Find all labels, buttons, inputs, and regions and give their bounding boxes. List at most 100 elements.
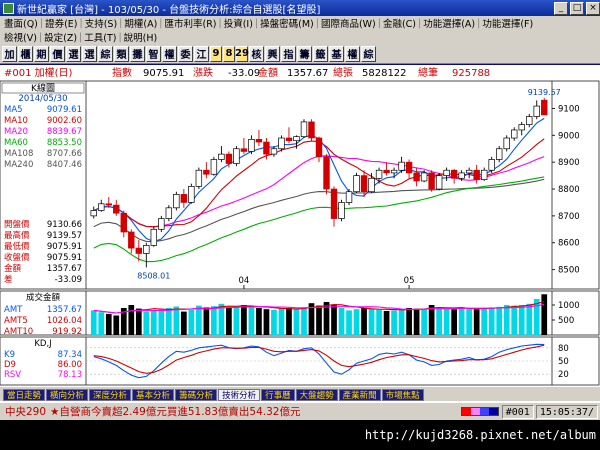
menu-item-0[interactable]: 畫面(Q) — [2, 16, 40, 30]
volume-bar — [473, 309, 480, 335]
tab-5[interactable]: 技術分析 — [218, 389, 261, 401]
toolbar-button-4[interactable]: 選 — [66, 45, 81, 62]
menu-item-2[interactable]: 支持(S) — [83, 16, 119, 30]
status-time: 15:05:37/ — [535, 404, 598, 419]
menu2-item-1[interactable]: 設定(Z) — [42, 30, 79, 44]
toolbar-button-20[interactable]: 籤 — [313, 45, 328, 62]
toolbar-button-16[interactable]: 核 — [249, 45, 264, 62]
menu2-item-2[interactable]: 工具(T) — [82, 30, 118, 44]
tab-9[interactable]: 市場焦點 — [381, 389, 424, 401]
volume-bar — [226, 308, 232, 335]
chart-area: #001 加權(日) 指數 9075.91 漲跌 -33.09 金額 1357.67 總張 58… — [0, 65, 600, 402]
ma-label-0: MA5 — [4, 105, 23, 115]
toolbar-button-10[interactable]: 權 — [162, 45, 177, 62]
toolbar-button-6[interactable]: 綜 — [98, 45, 113, 62]
vol-value-0: 1357.67 — [47, 305, 82, 315]
volume-bar — [316, 305, 322, 335]
window-title: 新世紀贏家 [台灣] - 103/05/30 - 台盤技術分析:綜合自選股[名望… — [17, 4, 321, 16]
volume-bar — [180, 311, 187, 335]
tab-6[interactable]: 行事曆 — [261, 389, 295, 401]
menu-item-5[interactable]: 投資(I) — [222, 16, 255, 30]
toolbar-button-21[interactable]: 基 — [329, 45, 344, 62]
menu-item-8[interactable]: 金融(C) — [381, 16, 418, 30]
toolbar-button-9[interactable]: 智 — [146, 45, 161, 62]
volume-bar — [346, 310, 352, 335]
menu-item-6[interactable]: 操盤密碼(M) — [258, 16, 316, 30]
toolbar-button-3[interactable]: 價 — [50, 45, 65, 62]
volume-ytick-1: 1000 — [558, 301, 580, 311]
candle-body — [210, 159, 218, 175]
candle-body — [98, 203, 105, 211]
toolbar-button-13[interactable]: 9 — [210, 45, 222, 62]
tab-2[interactable]: 深度分析 — [89, 389, 132, 401]
menu-item-10[interactable]: 功能選擇(F) — [480, 16, 535, 30]
volume-bar — [263, 309, 270, 335]
tab-0[interactable]: 當日走勢 — [3, 389, 46, 401]
candle-body — [518, 124, 525, 131]
menu2-item-0[interactable]: 檢視(V) — [2, 30, 39, 44]
toolbar-button-23[interactable]: 綜 — [361, 45, 376, 62]
toolbar-button-11[interactable]: 委 — [178, 45, 193, 62]
candle-body — [120, 212, 127, 233]
header-amount-value: 1357.67 — [287, 68, 328, 79]
volume-bar — [526, 303, 533, 335]
candle-body — [278, 137, 285, 150]
ma-label-5: MA240 — [4, 160, 33, 170]
toolbar-button-12[interactable]: 江 — [194, 45, 209, 62]
header-index-value: 9075.91 — [143, 68, 184, 79]
menu-bar-secondary: 檢視(V) | 設定(Z) | 工具(T) | 說明(H) — [0, 30, 600, 44]
ma-value-5: 8407.46 — [47, 160, 82, 170]
status-news-star: ★自營商今賣超2.49億元 — [50, 406, 167, 418]
volume-bar — [135, 308, 142, 335]
menu-item-3[interactable]: 期權(A) — [122, 16, 159, 30]
toolbar-button-22[interactable]: 權 — [345, 45, 360, 62]
menu-item-9[interactable]: 功能選擇(A) — [421, 16, 477, 30]
candle-body — [218, 153, 225, 160]
volume-title: 成交金額 — [26, 292, 61, 303]
price-label-0: 開盤價 — [4, 219, 30, 230]
candle-body — [293, 136, 300, 142]
price-ytick-6: 9100 — [558, 104, 580, 114]
volume-bar — [113, 315, 120, 335]
kd-ytick-1: 50 — [558, 357, 569, 367]
menu-item-4[interactable]: 匯市利率(R) — [163, 16, 219, 30]
menu2-item-3[interactable]: 說明(H) — [122, 30, 160, 44]
candle-body — [413, 172, 420, 182]
price-label-5: 差 — [4, 274, 13, 285]
candle-body — [511, 129, 518, 139]
toolbar-button-18[interactable]: 指 — [281, 45, 296, 62]
toolbar-button-19[interactable]: 籌 — [297, 45, 312, 62]
toolbar-button-5[interactable]: 選 — [82, 45, 97, 62]
chart-svg: #001 加權(日) 指數 9075.91 漲跌 -33.09金額 1357.67 總張 58… — [0, 65, 600, 386]
tab-4[interactable]: 籌碼分析 — [175, 389, 218, 401]
toolbar-button-15[interactable]: 29 — [235, 45, 249, 62]
tab-1[interactable]: 橫向分析 — [46, 389, 89, 401]
tab-8[interactable]: 產業新聞 — [338, 389, 381, 401]
volume-bar — [241, 305, 247, 335]
volume-bar — [451, 309, 458, 335]
volume-bar — [331, 305, 337, 335]
menu-item-7[interactable]: 國際商品(W) — [319, 16, 378, 30]
tab-7[interactable]: 大盤趨勢 — [295, 389, 338, 401]
price-ytick-1: 8600 — [558, 239, 580, 249]
tab-3[interactable]: 基本分析 — [132, 389, 175, 401]
menu-item-1[interactable]: 證券(E) — [43, 16, 79, 30]
toolbar-button-17[interactable]: 興 — [265, 45, 280, 62]
price-ytick-0: 8500 — [558, 266, 580, 276]
toolbar-button-14[interactable]: 8 — [223, 45, 235, 62]
toolbar-button-0[interactable]: 加 — [2, 45, 17, 62]
toolbar-button-7[interactable]: 類 — [114, 45, 129, 62]
close-button[interactable]: × — [586, 1, 600, 15]
minimize-button[interactable]: _ — [554, 1, 568, 15]
toolbar-button-8[interactable]: 攤 — [130, 45, 145, 62]
maximize-button[interactable]: □ — [570, 1, 584, 15]
candle-body — [203, 169, 210, 175]
status-color-2 — [479, 408, 489, 415]
candle-body — [473, 169, 480, 180]
volume-bar — [496, 306, 503, 335]
toolbar-button-2[interactable]: 期 — [34, 45, 49, 62]
source-url: http://kujd3268.pixnet.net/album — [0, 420, 600, 450]
candle-body — [450, 169, 458, 179]
toolbar-button-1[interactable]: 櫃 — [18, 45, 33, 62]
status-code[interactable]: #001 — [501, 404, 534, 419]
